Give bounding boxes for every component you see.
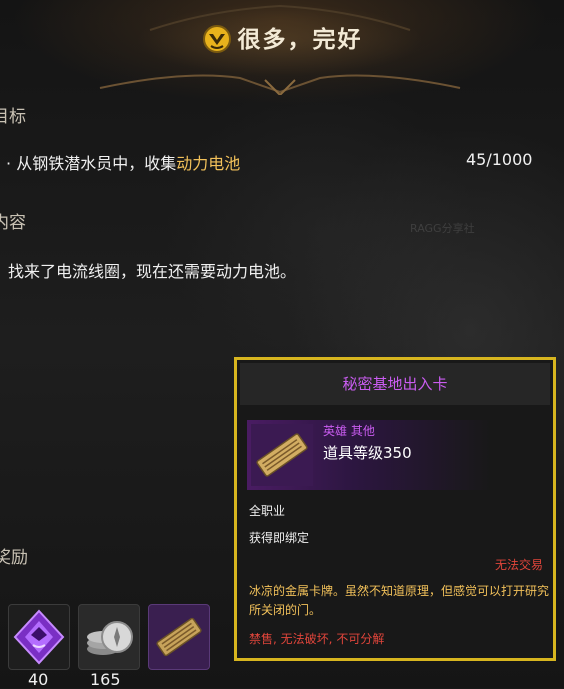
item-rarity: 英雄 其他 [323,424,375,438]
restriction-separator: , [273,632,281,646]
restriction-3: 不可分解 [336,632,385,646]
reward-slot-card[interactable] [148,604,210,670]
purple-crystal-icon [13,609,65,665]
content-heading: 内容 [0,213,26,233]
bind-status: 获得即绑定 [249,531,310,545]
header-title-text: 很多，完好 [237,27,363,53]
access-card-icon [156,617,202,657]
item-description: 冰凉的金属卡牌。虽然不知道原理，但感觉可以打开研究所关闭的门。 [249,584,550,617]
objective-text: · 从钢铁潜水员中，收集动力电池 [6,150,240,174]
objective-prefix: 从钢铁潜水员中，收集 [16,154,177,173]
reward-qty-crystal: 40 [28,670,49,689]
watermark-text: RAGG分享社 [410,222,475,235]
tooltip-title: 秘密基地出入卡 [240,363,550,405]
objective-progress: 45/1000 [466,150,533,169]
gold-emblem-icon [202,24,232,54]
item-tooltip: 秘密基地出入卡 英雄 其他 道具等级350 全职业 获得即绑定 无法交易 冰凉的… [234,357,556,661]
restriction-1: 禁售 [249,632,274,646]
objective-heading: 目标 [0,107,26,127]
reward-slot-crystal[interactable] [8,604,70,670]
objective-highlight: 动力电池 [176,154,241,173]
quest-status-header: 很多，完好 [0,20,564,56]
objective-bullet: · [6,154,12,173]
access-card-icon [251,424,313,486]
rewards-heading: 奖励 [0,548,28,568]
restriction-2: 无法破坏 [280,632,329,646]
content-text: 找来了电流线圈，现在还需要动力电池。 [8,262,297,281]
reward-qty-coins: 165 [90,670,121,689]
reward-slot-coins[interactable] [78,604,140,670]
class-restriction: 全职业 [249,504,286,518]
item-level: 道具等级350 [323,444,412,462]
item-restrictions: 禁售, 无法破坏, 不可分解 [249,630,384,647]
silver-coin-stack-icon [87,621,133,655]
tooltip-item-summary: 英雄 其他 道具等级350 [247,420,553,490]
trade-status: 无法交易 [494,558,543,572]
